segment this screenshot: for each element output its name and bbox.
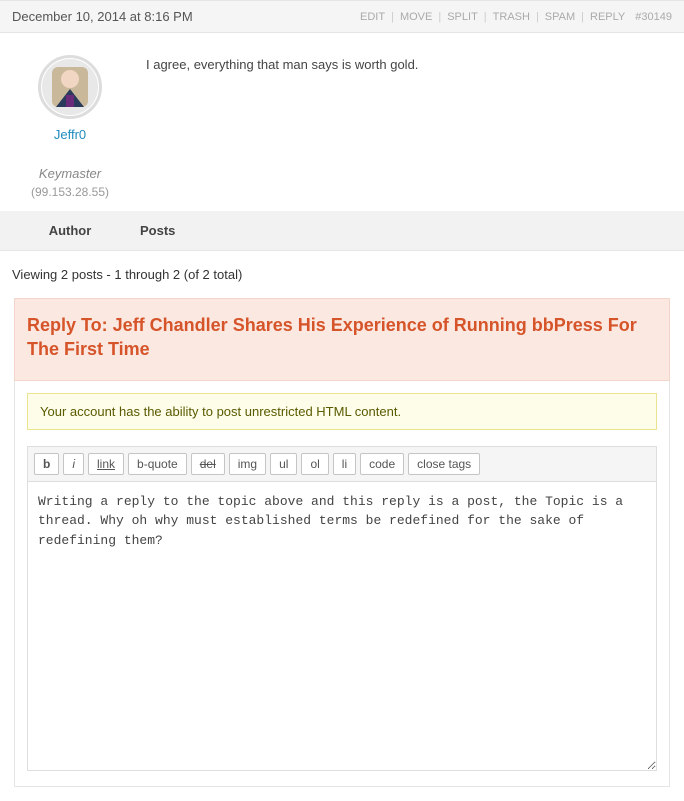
reply-title: Reply To: Jeff Chandler Shares His Exper…	[14, 298, 670, 381]
pagination-info: Viewing 2 posts - 1 through 2 (of 2 tota…	[0, 251, 684, 298]
post-admin-links: EDIT | MOVE | SPLIT | TRASH | SPAM | REP…	[360, 11, 672, 23]
post-id-link[interactable]: #30149	[635, 11, 672, 23]
split-link[interactable]: SPLIT	[447, 11, 478, 23]
reply-form: Your account has the ability to post unr…	[14, 381, 670, 787]
qt-ul-button[interactable]: ul	[270, 453, 297, 475]
author-ip: (99.153.28.55)	[0, 185, 140, 199]
author-column: Jeffr0 Keymaster (99.153.28.55)	[0, 45, 140, 199]
trash-link[interactable]: TRASH	[493, 11, 530, 23]
separator: |	[581, 11, 584, 23]
qt-img-button[interactable]: img	[229, 453, 266, 475]
separator: |	[391, 11, 394, 23]
qt-link-button[interactable]: link	[88, 453, 124, 475]
qt-ol-button[interactable]: ol	[301, 453, 328, 475]
qt-italic-button[interactable]: i	[63, 453, 84, 475]
qt-bquote-button[interactable]: b-quote	[128, 453, 187, 475]
post-header: December 10, 2014 at 8:16 PM EDIT | MOVE…	[0, 0, 684, 33]
quicktags-toolbar: b i link b-quote del img ul ol li code c…	[27, 446, 657, 481]
author-column-header: Author	[0, 223, 140, 238]
separator: |	[536, 11, 539, 23]
author-role: Keymaster	[0, 166, 140, 181]
move-link[interactable]: MOVE	[400, 11, 432, 23]
separator: |	[438, 11, 441, 23]
reply-section: Reply To: Jeff Chandler Shares His Exper…	[0, 298, 684, 801]
spam-link[interactable]: SPAM	[545, 11, 575, 23]
notice: Your account has the ability to post unr…	[27, 393, 657, 430]
avatar[interactable]	[38, 55, 102, 119]
list-footer: Author Posts	[0, 211, 684, 251]
post-content: I agree, everything that man says is wor…	[140, 45, 684, 199]
qt-bold-button[interactable]: b	[34, 453, 59, 475]
qt-close-button[interactable]: close tags	[408, 453, 480, 475]
post-date[interactable]: December 10, 2014 at 8:16 PM	[12, 9, 193, 24]
qt-li-button[interactable]: li	[333, 453, 356, 475]
qt-code-button[interactable]: code	[360, 453, 404, 475]
avatar-image-icon	[42, 59, 98, 115]
separator: |	[484, 11, 487, 23]
edit-link[interactable]: EDIT	[360, 11, 385, 23]
posts-column-header: Posts	[140, 223, 175, 238]
qt-del-button[interactable]: del	[191, 453, 225, 475]
reply-textarea[interactable]	[27, 481, 657, 771]
reply-link[interactable]: REPLY	[590, 11, 625, 23]
post-body: Jeffr0 Keymaster (99.153.28.55) I agree,…	[0, 33, 684, 211]
author-name-link[interactable]: Jeffr0	[0, 127, 140, 142]
